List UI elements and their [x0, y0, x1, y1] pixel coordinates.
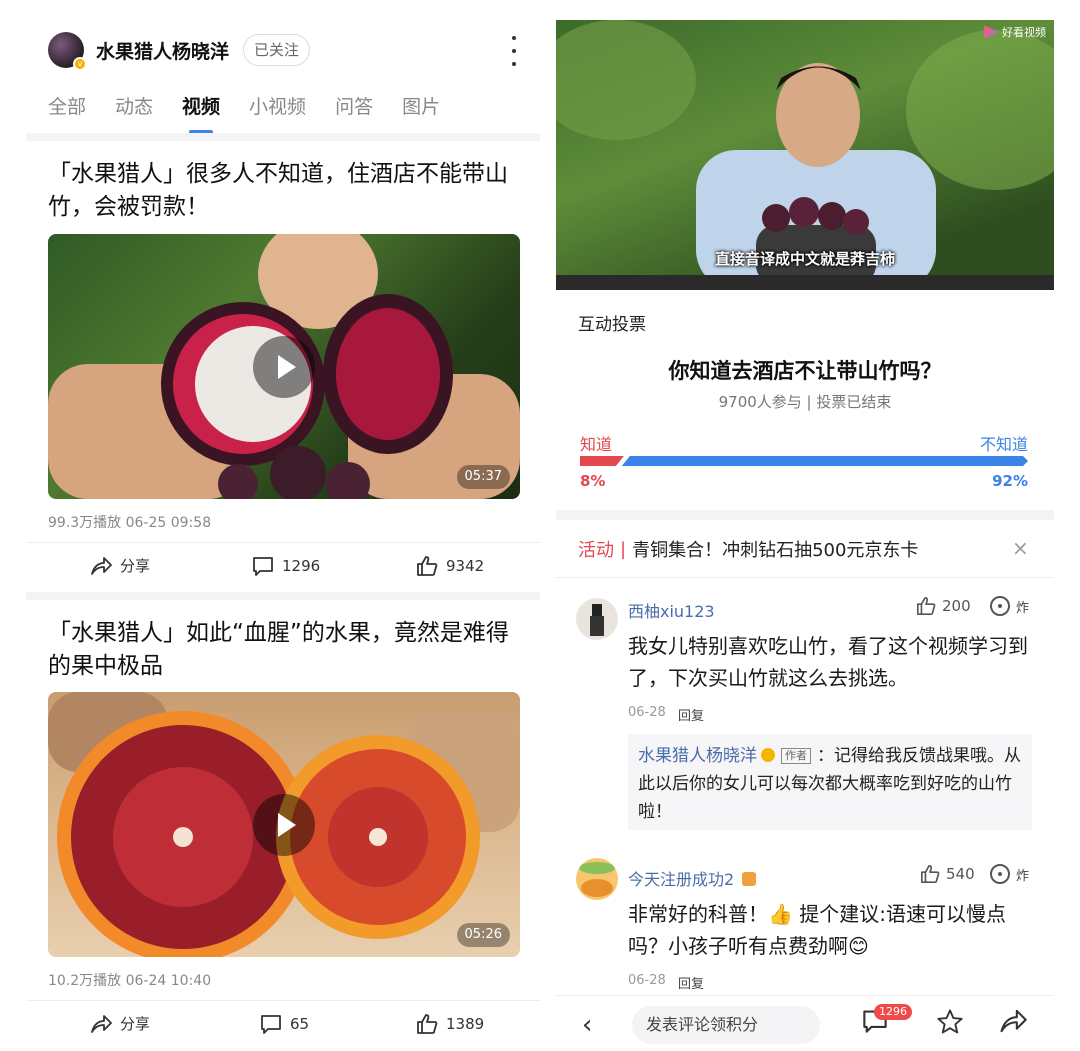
- bottom-action-bar: ‹ 发表评论领积分 1296: [556, 995, 1054, 1051]
- tab-updates[interactable]: 动态: [115, 92, 153, 126]
- logo-icon: [984, 25, 998, 39]
- profile-name[interactable]: 水果猎人杨晓洋: [96, 37, 229, 64]
- video-detail-panel: 好看视频 直接音译成中文就是莽吉柿 互动投票 你知道去酒店不让带山竹吗？ 970…: [556, 0, 1080, 1051]
- author-reply: 水果猎人杨晓洋 作者 ：记得给我反馈战果哦。从此以后你的女儿可以每次都大概率吃到好吃…: [628, 734, 1032, 830]
- comment-text: 非常好的科普！👍 提个建议:语速可以慢点吗？小孩子听有点费劲啊😊: [628, 902, 1006, 958]
- vote-percent-yes: 8%: [580, 472, 606, 490]
- divider: [556, 577, 1054, 578]
- tab-bar: 全部 动态 视频 小视频 问答 图片: [48, 92, 469, 126]
- thumbs-up-icon: [917, 597, 936, 615]
- more-icon[interactable]: [506, 36, 522, 66]
- comment-date: 06-28: [628, 973, 666, 988]
- comment-button[interactable]: 65: [260, 1013, 309, 1035]
- play-icon[interactable]: [253, 793, 315, 856]
- comment-like-button[interactable]: 200: [916, 596, 971, 616]
- bomb-icon: [990, 864, 1010, 884]
- section-divider: [556, 510, 1054, 520]
- video-meta: 10.2万播放 06-24 10:40: [48, 973, 212, 989]
- thumbs-up-icon: [921, 865, 940, 883]
- comment-bomb-button[interactable]: 炸: [990, 864, 1029, 884]
- star-icon[interactable]: [936, 1008, 964, 1036]
- post-title[interactable]: 「水果猎人」如此“血腥”的水果，竟然是难得的果中极品: [48, 617, 522, 683]
- comment-button[interactable]: 1296: [252, 555, 320, 577]
- section-divider: [26, 133, 540, 141]
- vote-result-bar: [580, 456, 1028, 466]
- comment-icon: [253, 557, 273, 576]
- panel-gutter: [540, 0, 556, 1051]
- avatar[interactable]: [576, 858, 618, 900]
- verified-icon: v: [73, 57, 87, 71]
- share-icon: [91, 556, 112, 575]
- tab-all[interactable]: 全部: [48, 92, 86, 126]
- video-duration: 05:37: [456, 465, 510, 489]
- share-button[interactable]: 分享: [90, 1013, 150, 1034]
- video-duration: 05:26: [456, 923, 510, 947]
- comment-count-badge: 1296: [874, 1004, 912, 1020]
- promo-banner[interactable]: 活动 | 青铜集合！冲刺钻石抽500元京东卡: [578, 536, 918, 562]
- comment-icon: [261, 1015, 281, 1034]
- like-button[interactable]: 1389: [416, 1013, 484, 1035]
- author-badge: 作者: [781, 748, 811, 764]
- tab-short-videos[interactable]: 小视频: [249, 92, 306, 126]
- comment-input[interactable]: 发表评论领积分: [632, 1006, 820, 1044]
- reply-username[interactable]: 水果猎人杨晓洋: [638, 746, 757, 766]
- vote-bar-no: [621, 456, 1028, 466]
- vote-option-no: 不知道: [979, 435, 1028, 454]
- post-actions: 分享 1296 9342: [26, 543, 540, 591]
- video-subtitle: 直接音译成中文就是莽吉柿: [714, 250, 895, 268]
- vote-bar-yes: [580, 456, 624, 466]
- comment-username[interactable]: 今天注册成功2: [628, 866, 757, 890]
- level-badge-icon: [742, 872, 757, 886]
- post-actions: 分享 65 1389: [26, 1001, 540, 1049]
- comment-username[interactable]: 西柚xiu123: [628, 598, 715, 622]
- channel-panel: v 水果猎人杨晓洋 已关注 全部 动态 视频 小视频 问答 图片 「水果猎人」很…: [0, 0, 540, 1051]
- bomb-icon: [990, 596, 1010, 616]
- video-player[interactable]: 好看视频 直接音译成中文就是莽吉柿: [556, 20, 1054, 290]
- reply-button[interactable]: 回复: [678, 705, 704, 724]
- section-divider: [26, 592, 540, 600]
- follow-button[interactable]: 已关注: [243, 34, 311, 66]
- tab-qa[interactable]: 问答: [335, 92, 373, 126]
- close-icon[interactable]: ×: [1012, 536, 1029, 560]
- avatar[interactable]: v: [48, 32, 87, 71]
- avatar[interactable]: [576, 598, 618, 640]
- vote-question: 你知道去酒店不让带山竹吗？: [668, 359, 942, 383]
- comment-date: 06-28: [628, 705, 666, 720]
- video-meta: 99.3万播放 06-25 09:58: [48, 515, 212, 531]
- reply-button[interactable]: 回复: [678, 973, 704, 992]
- share-icon: [91, 1014, 112, 1033]
- watermark-logo: 好看视频: [984, 24, 1046, 40]
- comment-text: 我女儿特别喜欢吃山竹，看了这个视频学习到了，下次买山竹就这么去挑选。: [628, 634, 1028, 690]
- vote-stats: 9700人参与 | 投票已结束: [718, 393, 892, 411]
- thumbs-up-icon: [417, 1014, 438, 1034]
- tab-videos[interactable]: 视频: [182, 92, 220, 126]
- video-thumbnail[interactable]: 05:37: [48, 234, 520, 499]
- like-button[interactable]: 9342: [416, 555, 484, 577]
- share-icon[interactable]: [999, 1008, 1027, 1034]
- back-arrow-icon[interactable]: ‹: [582, 1010, 592, 1040]
- post-title[interactable]: 「水果猎人」很多人不知道，住酒店不能带山竹，会被罚款！: [48, 158, 522, 224]
- comment-bomb-button[interactable]: 炸: [990, 596, 1029, 616]
- vote-option-yes: 知道: [580, 435, 613, 454]
- play-icon[interactable]: [253, 335, 315, 398]
- profile-header: v 水果猎人杨晓洋 已关注: [48, 30, 311, 71]
- thumbs-up-icon: [417, 556, 438, 576]
- video-thumbnail[interactable]: 05:26: [48, 692, 520, 957]
- comment-like-button[interactable]: 540: [920, 864, 975, 884]
- vote-header: 互动投票: [578, 315, 646, 335]
- vote-percent-no: 92%: [992, 472, 1028, 490]
- verified-icon: [761, 748, 775, 762]
- share-button[interactable]: 分享: [90, 555, 150, 576]
- tab-images[interactable]: 图片: [402, 92, 440, 126]
